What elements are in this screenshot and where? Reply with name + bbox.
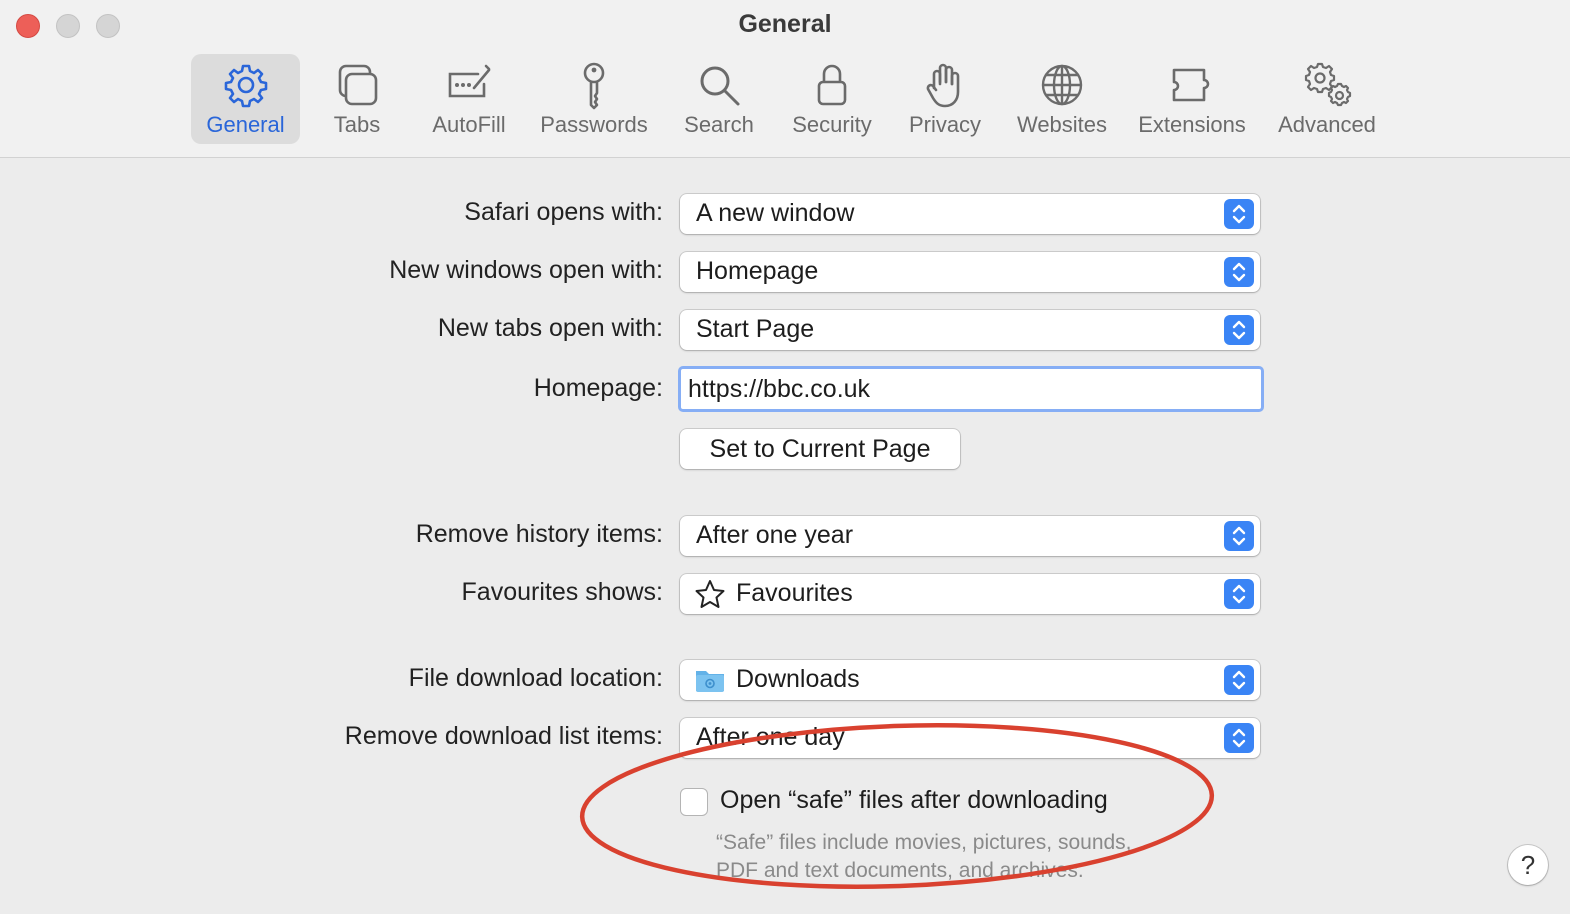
- tab-label: Security: [792, 112, 872, 137]
- window-title: General: [738, 10, 832, 38]
- tab-privacy[interactable]: Privacy: [904, 54, 986, 144]
- select-value: Start Page: [696, 315, 815, 343]
- chevron-updown-icon: [1224, 665, 1254, 695]
- autofill-icon: [448, 64, 491, 98]
- tab-security[interactable]: Security: [787, 54, 877, 144]
- title-bar: General General Tabs AutoFill Passwords …: [0, 0, 1570, 158]
- homepage-field[interactable]: [678, 366, 1264, 412]
- chevron-updown-icon: [1224, 723, 1254, 753]
- tab-label: General: [206, 112, 285, 137]
- select-value: Homepage: [696, 257, 819, 285]
- tab-autofill[interactable]: AutoFill: [424, 54, 514, 144]
- tab-label: Privacy: [908, 112, 982, 137]
- folder-icon: [696, 671, 724, 692]
- globe-icon: [1041, 64, 1083, 106]
- safe-files-help-line: PDF and text documents, and archives.: [716, 859, 1084, 882]
- remove-history-select[interactable]: After one year: [680, 516, 1260, 556]
- tabs-icon: [338, 64, 378, 106]
- lock-icon: [817, 64, 847, 106]
- tab-websites[interactable]: Websites: [1012, 54, 1112, 144]
- download-location-select[interactable]: Downloads: [680, 660, 1260, 700]
- star-icon: [695, 580, 725, 608]
- tab-search[interactable]: Search: [680, 54, 758, 144]
- safe-files-help-text: “Safe” files include movies, pictures, s…: [716, 829, 1132, 885]
- chevron-updown-icon: [1224, 579, 1254, 609]
- download-location-label: File download location:: [408, 664, 663, 692]
- tab-passwords[interactable]: Passwords: [538, 54, 650, 144]
- new-tabs-select[interactable]: Start Page: [680, 310, 1260, 350]
- tab-extensions[interactable]: Extensions: [1134, 54, 1250, 144]
- tab-label: Tabs: [333, 112, 381, 137]
- tab-general[interactable]: General: [191, 54, 300, 144]
- tab-label: AutoFill: [432, 112, 506, 137]
- safe-files-help-line: “Safe” files include movies, pictures, s…: [716, 831, 1132, 854]
- homepage-input[interactable]: [681, 369, 1261, 409]
- chevron-updown-icon: [1224, 257, 1254, 287]
- gears-icon: [1304, 62, 1352, 107]
- tab-label: Extensions: [1138, 112, 1246, 137]
- select-value: Downloads: [736, 665, 860, 693]
- gear-icon: [224, 64, 267, 108]
- open-safe-files-checkbox[interactable]: [680, 788, 708, 816]
- puzzle-icon: [1172, 68, 1210, 102]
- tab-label: Passwords: [540, 112, 648, 137]
- safari-opens-with-select[interactable]: A new window: [680, 194, 1260, 234]
- tab-label: Search: [684, 112, 754, 137]
- key-icon: [583, 62, 605, 110]
- tab-advanced[interactable]: Advanced: [1274, 54, 1380, 144]
- safari-opens-with-label: Safari opens with:: [464, 198, 663, 226]
- remove-download-items-label: Remove download list items:: [344, 722, 663, 750]
- select-value: After one year: [696, 521, 854, 549]
- select-value: After one day: [696, 723, 845, 751]
- favourites-shows-label: Favourites shows:: [461, 578, 663, 606]
- tab-label: Websites: [1016, 112, 1108, 137]
- new-windows-label: New windows open with:: [389, 256, 663, 284]
- chevron-updown-icon: [1224, 199, 1254, 229]
- chevron-updown-icon: [1224, 315, 1254, 345]
- select-value: A new window: [696, 199, 855, 227]
- chevron-updown-icon: [1224, 521, 1254, 551]
- tab-label: Advanced: [1278, 112, 1376, 137]
- remove-history-label: Remove history items:: [415, 520, 663, 548]
- open-safe-files-label: Open “safe” files after downloading: [720, 786, 1108, 814]
- help-button[interactable]: ?: [1508, 845, 1548, 885]
- set-to-current-page-button[interactable]: Set to Current Page: [680, 429, 960, 469]
- remove-download-items-select[interactable]: After one day: [680, 718, 1260, 758]
- hand-icon: [926, 63, 960, 108]
- homepage-label: Homepage:: [533, 374, 663, 402]
- tab-tabs[interactable]: Tabs: [320, 54, 394, 144]
- new-windows-select[interactable]: Homepage: [680, 252, 1260, 292]
- magnifier-icon: [700, 66, 740, 106]
- favourites-shows-select[interactable]: Favourites: [680, 574, 1260, 614]
- select-value: Favourites: [736, 579, 853, 607]
- new-tabs-label: New tabs open with:: [437, 314, 663, 342]
